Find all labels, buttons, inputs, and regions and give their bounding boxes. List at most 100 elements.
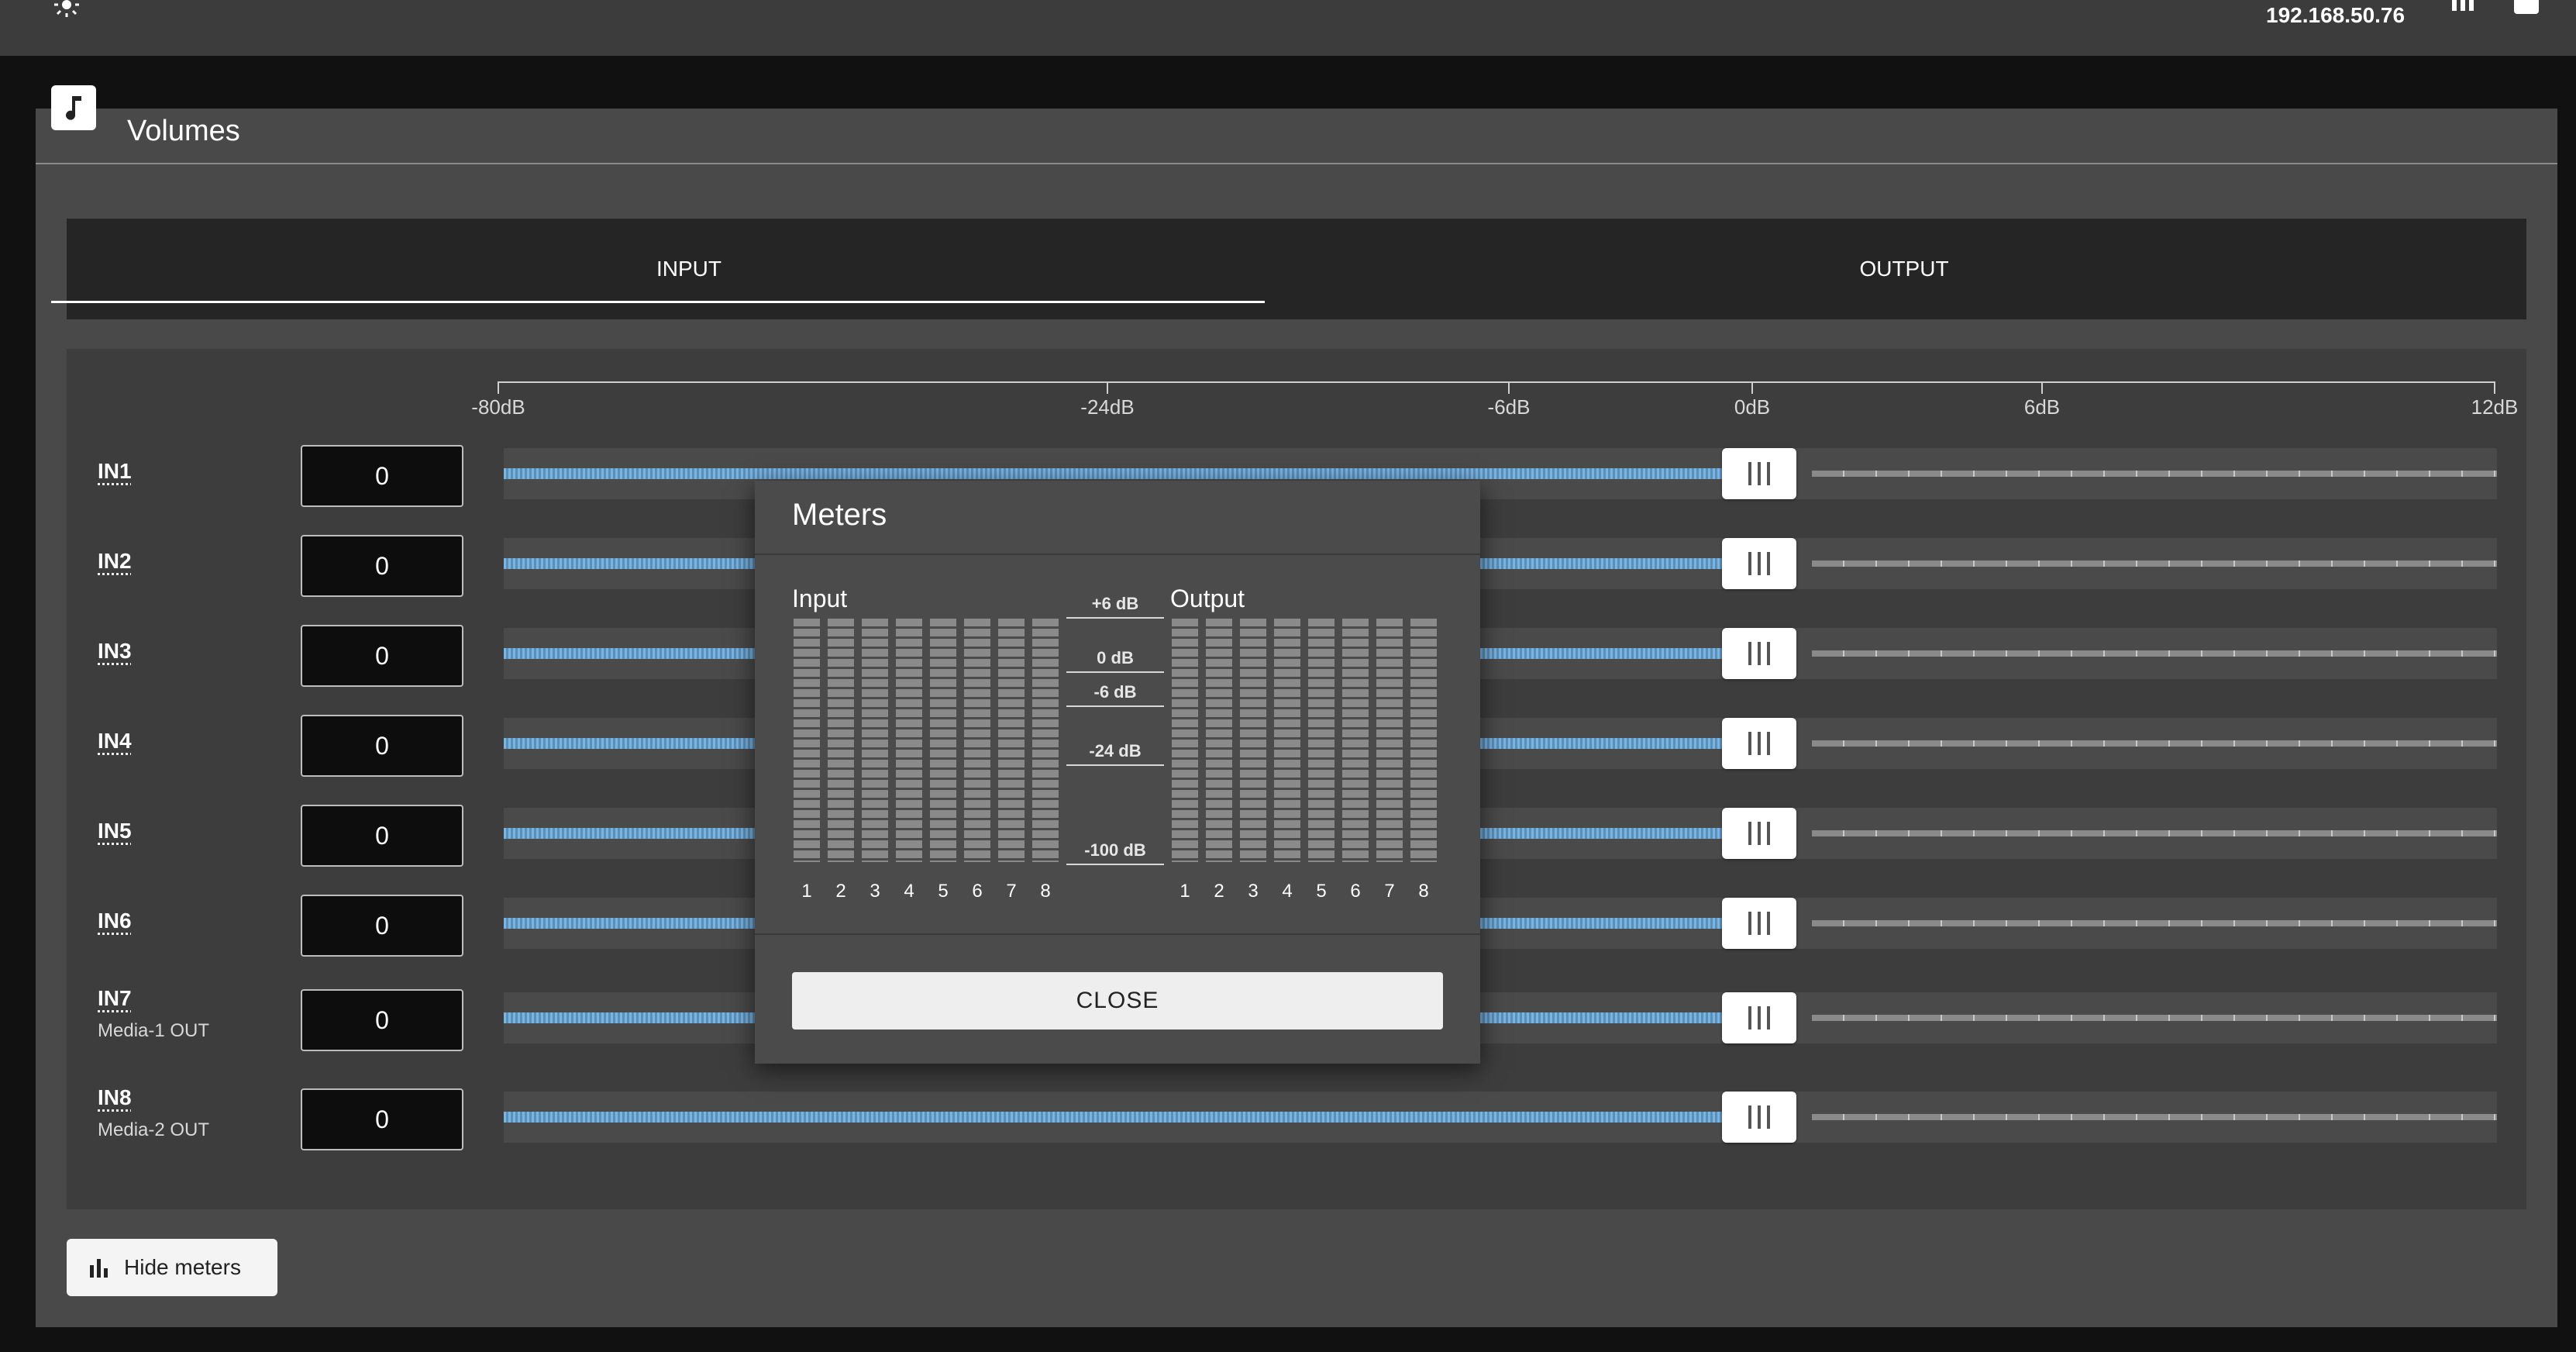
input-channel-number: 2 [835, 881, 846, 902]
output-channel-number: 7 [1384, 881, 1395, 902]
close-button[interactable]: CLOSE [792, 972, 1443, 1030]
output-meter-bar [1410, 619, 1437, 862]
scale-tick [1751, 381, 1753, 394]
db-mark-line [1066, 705, 1164, 707]
scale-tick-label: -24dB [1080, 395, 1135, 419]
volume-input[interactable] [301, 805, 463, 867]
input-channel-number: 8 [1040, 881, 1051, 902]
volume-slider-thumb[interactable] [1722, 992, 1796, 1043]
dialog-divider [755, 554, 1480, 555]
volume-slider-thumb[interactable] [1722, 718, 1796, 769]
bars-icon[interactable] [2449, 0, 2477, 12]
channel-label[interactable]: IN1 [98, 459, 132, 484]
slider-rest [1812, 560, 2497, 567]
top-bar: 192.168.50.76 [0, 0, 2576, 56]
channel-label[interactable]: IN4 [98, 729, 132, 754]
db-mark-label: 0 dB [1097, 648, 1134, 667]
save-icon[interactable] [2514, 0, 2539, 14]
volume-input[interactable] [301, 625, 463, 687]
scale-line [498, 381, 2494, 383]
dialog-divider [755, 933, 1480, 935]
channel-label[interactable]: IN8 [98, 1085, 132, 1110]
db-mark-line [1066, 617, 1164, 619]
tab-bar: INPUT OUTPUT [67, 219, 2526, 319]
db-mark-line [1066, 864, 1164, 865]
output-channel-number: 1 [1180, 881, 1190, 902]
volume-input[interactable] [301, 989, 463, 1051]
slider-rest [1812, 471, 2497, 477]
input-meter-bar [862, 619, 888, 862]
channel-label[interactable]: IN7 [98, 986, 132, 1011]
input-channel-number: 1 [801, 881, 812, 902]
volume-slider-thumb[interactable] [1722, 1092, 1796, 1143]
slider-rest [1812, 1114, 2497, 1120]
slider-rest [1812, 920, 2497, 926]
volume-input[interactable] [301, 1088, 463, 1150]
volume-input[interactable] [301, 715, 463, 777]
volume-row: IN8 Media-2 OUT [67, 1076, 2526, 1166]
db-mark-label: -100 dB [1084, 840, 1146, 860]
volume-input[interactable] [301, 895, 463, 957]
input-meters-label: Input [792, 585, 848, 612]
slider-fill [504, 1112, 1737, 1123]
output-meter-bar [1274, 619, 1300, 862]
channel-label[interactable]: IN2 [98, 549, 132, 574]
output-channel-number: 6 [1350, 881, 1361, 902]
slider-fill [504, 468, 1737, 479]
music-note-icon [51, 85, 96, 130]
input-meter-bar [896, 619, 922, 862]
scale-tick [2494, 381, 2495, 394]
hide-meters-button[interactable]: Hide meters [67, 1239, 277, 1296]
input-meter-bar [964, 619, 990, 862]
slider-rest [1812, 1015, 2497, 1021]
card-title: Volumes [127, 115, 240, 147]
volume-slider-track[interactable] [504, 1092, 2497, 1143]
tab-input[interactable]: INPUT [82, 219, 1296, 319]
input-channel-number: 7 [1006, 881, 1017, 902]
channel-label[interactable]: IN6 [98, 909, 132, 933]
db-scale: -80dB -24dB -6dB 0dB 6dB 12dB [67, 349, 2526, 434]
output-channel-number: 8 [1418, 881, 1429, 902]
scale-tick [1508, 381, 1510, 394]
output-meter-bar [1376, 619, 1403, 862]
output-meter-bar [1240, 619, 1266, 862]
output-meter-bar [1206, 619, 1232, 862]
output-channel-number: 5 [1316, 881, 1327, 902]
card-header: Volumes [36, 85, 2557, 164]
scale-tick [498, 381, 499, 394]
volume-slider-thumb[interactable] [1722, 448, 1796, 499]
input-meter-bar [794, 619, 820, 862]
ip-address: 192.168.50.76 [2266, 3, 2406, 27]
volume-slider-thumb[interactable] [1722, 628, 1796, 679]
channel-label[interactable]: IN3 [98, 639, 132, 664]
slider-rest [1812, 650, 2497, 657]
output-channel-number: 4 [1282, 881, 1293, 902]
active-tab-indicator [51, 301, 1265, 303]
channel-label[interactable]: IN5 [98, 819, 132, 843]
sun-icon[interactable] [53, 0, 81, 19]
input-channel-number: 5 [938, 881, 949, 902]
input-meter-bar [998, 619, 1025, 862]
scale-tick-label: 6dB [2023, 395, 2061, 419]
dialog-title: Meters [792, 498, 887, 532]
slider-rest [1812, 740, 2497, 747]
volume-slider-thumb[interactable] [1722, 808, 1796, 859]
output-meters-label: Output [1170, 585, 1245, 612]
volume-input[interactable] [301, 535, 463, 597]
output-channel-number: 2 [1214, 881, 1224, 902]
input-channel-number: 6 [972, 881, 983, 902]
output-channel-number: 3 [1248, 881, 1259, 902]
volume-slider-thumb[interactable] [1722, 538, 1796, 589]
volume-input[interactable] [301, 445, 463, 507]
db-mark-label: -6 dB [1093, 682, 1137, 702]
hide-meters-label: Hide meters [124, 1255, 241, 1279]
scale-tick [1107, 381, 1108, 394]
input-channel-number: 4 [904, 881, 914, 902]
input-channel-number: 3 [870, 881, 880, 902]
volume-slider-thumb[interactable] [1722, 898, 1796, 949]
scale-tick [2041, 381, 2043, 394]
tab-output[interactable]: OUTPUT [1297, 219, 2511, 319]
meters-dialog: Meters Input Output 1 1 2 2 3 3 4 4 5 5 6 6 7 7 8 8 +6 … [755, 481, 1480, 1064]
db-mark-line [1066, 764, 1164, 766]
input-meter-bar [930, 619, 956, 862]
